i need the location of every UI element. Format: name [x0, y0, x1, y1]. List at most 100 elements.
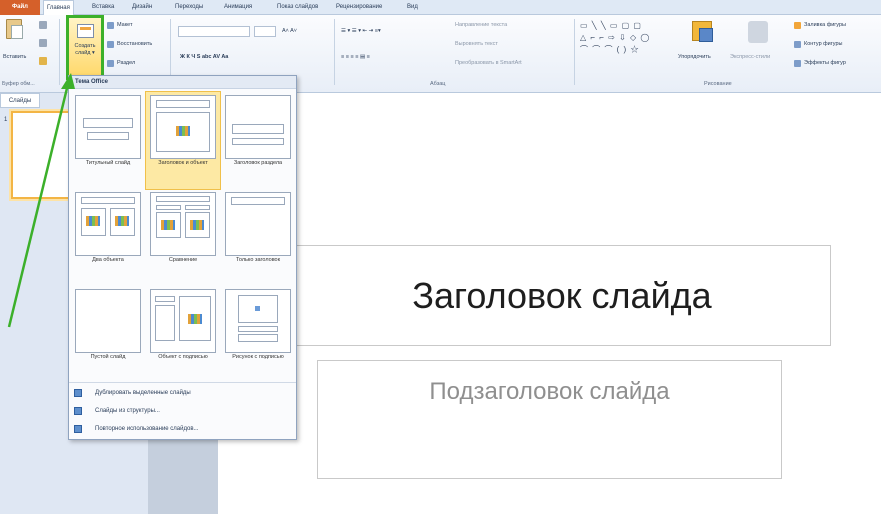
content-icons [188, 314, 202, 324]
content-icons [161, 220, 175, 230]
slide-title-placeholder[interactable]: Заголовок слайда [293, 245, 831, 346]
title-box [156, 100, 210, 108]
group-divider [574, 19, 575, 85]
tab-review[interactable]: Рецензирование [336, 0, 382, 15]
group-divider [334, 19, 335, 85]
align-text-button[interactable]: Выровнять текст [455, 40, 498, 48]
menu-item-label: Дублировать выделенные слайды [95, 390, 191, 396]
tab-slides[interactable]: Слайды [0, 93, 40, 108]
layout-label: Титульный слайд [85, 160, 131, 166]
list-buttons[interactable]: ☰ ▾ ☰ ▾ ⇤ ⇥ ≡▾ [341, 27, 381, 35]
shape-effects-button[interactable]: Эффекты фигур [804, 59, 846, 67]
layout-label: Пустой слайд [90, 354, 126, 360]
tab-view[interactable]: Вид [407, 0, 418, 15]
shapes-row: △ ⌐ ⌐ ⇨ ⇩ ◇ ◯ [580, 33, 651, 42]
slide-number: 1 [4, 117, 8, 123]
heading-box [156, 205, 181, 210]
arrange-button[interactable]: Упорядочить [678, 53, 711, 61]
layout-comparison[interactable]: Сравнение [146, 189, 220, 286]
arrange-icon[interactable] [692, 21, 713, 42]
paragraph-group-label: Абзац [430, 81, 446, 87]
tab-animations[interactable]: Анимация [224, 0, 252, 15]
tab-insert[interactable]: Вставка [92, 0, 114, 15]
tab-file[interactable]: Файл [0, 0, 40, 15]
shape-outline-icon [794, 41, 801, 48]
paragraph-align-buttons[interactable]: ≡ ≡ ≡ ≡ ▤ ≡ [341, 53, 370, 61]
layout-content-with-caption[interactable]: Объект с подписью [146, 286, 220, 383]
paste-button-label[interactable]: Вставить [3, 53, 26, 61]
font-name-combo[interactable] [178, 26, 250, 37]
tab-transitions[interactable]: Переходы [175, 0, 203, 15]
paste-icon[interactable] [6, 19, 23, 39]
layout-preview [150, 95, 216, 159]
cut-icon[interactable] [39, 21, 47, 29]
shapes-row: ⌒ ⌒ ⌒ ( ) ☆ [580, 45, 640, 54]
shapes-gallery[interactable]: ▭ ╲ ╲ ▭ ▢ ▢ △ ⌐ ⌐ ⇨ ⇩ ◇ ◯ ⌒ ⌒ ⌒ ( ) ☆ [580, 20, 672, 56]
tab-slideshow[interactable]: Показ слайдов [277, 0, 318, 15]
font-size-grow-shrink[interactable]: A˄ A˅ [282, 27, 297, 35]
layout-button[interactable]: Макет [117, 21, 133, 29]
menu-item-label: Повторное использование слайдов... [95, 426, 199, 432]
caption-box [155, 305, 175, 341]
layout-title-slide[interactable]: Титульный слайд [71, 92, 145, 189]
new-slide-label: Создать слайд ▾ [74, 43, 96, 56]
layout-label: Заголовок раздела [233, 160, 283, 166]
layout-title-only[interactable]: Только заголовок [221, 189, 295, 286]
layout-section-header[interactable]: Заголовок раздела [221, 92, 295, 189]
new-slide-button[interactable]: Создать слайд ▾ [66, 15, 104, 80]
title-box [83, 118, 133, 128]
layout-label: Только заголовок [235, 257, 281, 263]
title-box [156, 196, 210, 202]
group-divider [59, 19, 60, 85]
subtitle-box [87, 132, 129, 140]
title-box [231, 197, 285, 205]
layout-blank[interactable]: Пустой слайд [71, 286, 145, 383]
layout-title-and-content[interactable]: Заголовок и объект [145, 91, 221, 190]
caption-box [238, 334, 278, 342]
convert-smartart-button[interactable]: Преобразовать в SmartArt [455, 59, 522, 67]
quick-styles-icon[interactable] [748, 21, 768, 43]
title-box [155, 296, 175, 302]
shape-effects-icon [794, 60, 801, 67]
slides-from-outline-item[interactable]: Слайды из структуры... [73, 404, 292, 418]
new-slide-dropdown: Тема Office Титульный слайд Заголовок и … [68, 75, 297, 440]
new-slide-label-line1: Создать [74, 43, 96, 49]
layout-label: Рисунок с подписью [232, 354, 284, 360]
content-icons [176, 126, 190, 136]
copy-icon[interactable] [39, 39, 47, 47]
reuse-slides-item[interactable]: Повторное использование слайдов... [73, 422, 292, 436]
slide-subtitle-placeholder[interactable]: Подзаголовок слайда [317, 360, 782, 479]
layout-label: Заголовок и объект [158, 160, 208, 166]
tab-home[interactable]: Главная [43, 0, 74, 16]
section-button[interactable]: Раздел [117, 59, 135, 67]
shape-fill-button[interactable]: Заливка фигуры [804, 21, 846, 29]
layout-two-content[interactable]: Два объекта [71, 189, 145, 286]
reset-button[interactable]: Восстановить [117, 40, 152, 48]
new-slide-label-line2: слайд [75, 50, 91, 56]
section-icon [107, 60, 114, 67]
ribbon-tab-bar: Файл Главная Вставка Дизайн Переходы Ани… [0, 0, 881, 16]
layout-label: Два объекта [92, 257, 124, 263]
menu-item-label: Слайды из структуры... [95, 408, 160, 414]
font-size-combo[interactable] [254, 26, 276, 37]
format-painter-icon[interactable] [39, 57, 47, 65]
slide-thumbnail[interactable] [11, 111, 71, 199]
content-icons [115, 216, 129, 226]
shape-fill-icon [794, 22, 801, 29]
font-format-buttons[interactable]: Ж К Ч S abc AV Aa [180, 53, 228, 61]
layout-picture-with-caption[interactable]: Рисунок с подписью [221, 286, 295, 383]
text-direction-button[interactable]: Направление текста [455, 21, 507, 29]
layout-preview [150, 192, 216, 256]
shape-outline-button[interactable]: Контур фигуры [804, 40, 842, 48]
heading-box [185, 205, 210, 210]
layout-preview [75, 95, 141, 159]
tab-design[interactable]: Дизайн [132, 0, 152, 15]
layout-label: Сравнение [168, 257, 198, 263]
outline-icon [74, 407, 82, 415]
text-box [232, 138, 284, 145]
title-box [238, 326, 278, 332]
reset-icon [107, 41, 114, 48]
duplicate-slides-item[interactable]: Дублировать выделенные слайды [73, 386, 292, 400]
menu-divider [69, 382, 296, 383]
quick-styles-button[interactable]: Экспресс-стили [730, 53, 770, 61]
